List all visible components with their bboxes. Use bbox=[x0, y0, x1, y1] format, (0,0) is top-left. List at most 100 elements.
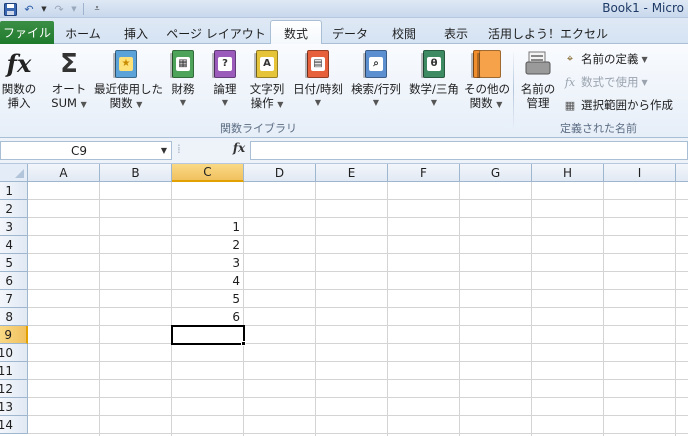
name-box[interactable]: C9 ▼ bbox=[0, 141, 172, 160]
redo-dropdown-icon[interactable]: ▼ bbox=[70, 1, 78, 17]
function-library-group-label: 関数ライブラリ bbox=[220, 122, 297, 135]
row-header-12[interactable]: 12 bbox=[0, 380, 28, 398]
tab-insert[interactable]: 挿入 bbox=[113, 22, 159, 44]
autosum-button[interactable]: Σ オート SUM ▼ bbox=[50, 48, 88, 112]
row-header-1[interactable]: 1 bbox=[0, 182, 28, 200]
chevron-down-icon: ▼ bbox=[80, 100, 87, 109]
tab-view[interactable]: 表示 bbox=[432, 22, 480, 44]
row-header-4[interactable]: 4 bbox=[0, 236, 28, 254]
fx-small-icon: fx bbox=[564, 75, 576, 89]
fill-handle[interactable] bbox=[241, 341, 246, 346]
cell-c8[interactable]: 6 bbox=[172, 308, 244, 326]
chevron-down-icon: ▼ bbox=[372, 98, 380, 107]
formula-bar-splitter-icon[interactable]: ⁞ bbox=[177, 142, 191, 158]
row-header-6[interactable]: 6 bbox=[0, 272, 28, 290]
save-icon[interactable] bbox=[2, 1, 18, 17]
row-header-13[interactable]: 13 bbox=[0, 398, 28, 416]
row-header-2[interactable]: 2 bbox=[0, 200, 28, 218]
cell-c7[interactable]: 5 bbox=[172, 290, 244, 308]
more-functions-label-1: その他の bbox=[464, 82, 510, 96]
cell-c3[interactable]: 1 bbox=[172, 218, 244, 236]
cell-c5[interactable]: 3 bbox=[172, 254, 244, 272]
gridline bbox=[28, 433, 688, 434]
tab-formulas[interactable]: 数式 bbox=[270, 20, 322, 45]
gridline bbox=[28, 271, 688, 272]
recently-used-button[interactable]: ★ 最近使用した 関数 ▼ bbox=[94, 48, 163, 112]
redo-icon[interactable]: ↷ bbox=[51, 1, 67, 17]
autosum-sum-text: SUM bbox=[51, 96, 77, 110]
chevron-down-icon: ▼ bbox=[496, 100, 503, 109]
name-box-value: C9 bbox=[70, 143, 87, 158]
worksheet-grid[interactable]: A B C D E F G H I 1 2 3 4 5 6 7 8 9 10 1… bbox=[0, 164, 688, 436]
row-header-3[interactable]: 3 bbox=[0, 218, 28, 236]
recent-label-2: 関数 ▼ bbox=[94, 96, 158, 112]
undo-dropdown-icon[interactable]: ▼ bbox=[40, 1, 48, 17]
more-functions-button[interactable]: その他の 関数 ▼ bbox=[464, 48, 510, 112]
column-header-d[interactable]: D bbox=[244, 164, 316, 182]
column-header-j[interactable] bbox=[676, 164, 688, 182]
magnifier-book-icon: ⌕ bbox=[361, 48, 391, 80]
row-header-10[interactable]: 10 bbox=[0, 344, 28, 362]
undo-icon[interactable]: ↶ bbox=[21, 1, 37, 17]
date-time-button[interactable]: ▤ 日付/時刻 ▼ bbox=[290, 48, 346, 110]
tab-review[interactable]: 校閲 bbox=[380, 22, 428, 44]
select-all-button[interactable] bbox=[0, 164, 28, 182]
star-book-icon: ★ bbox=[111, 48, 141, 80]
tab-excel-tips[interactable]: 活用しよう！エクセル bbox=[488, 22, 608, 44]
row-header-9[interactable]: 9 bbox=[0, 326, 28, 344]
chevron-down-icon: ▼ bbox=[277, 100, 284, 109]
insert-function-button[interactable]: fx 関数の 挿入 bbox=[0, 48, 38, 110]
formula-bar: C9 ▼ ⁞ fx bbox=[0, 138, 688, 164]
math-trig-button[interactable]: θ 数学/三角 ▼ bbox=[406, 48, 462, 110]
autosum-label-2: SUM ▼ bbox=[50, 96, 88, 112]
gridline bbox=[28, 325, 688, 326]
formula-input[interactable] bbox=[250, 141, 688, 160]
column-header-c[interactable]: C bbox=[172, 164, 244, 182]
more-functions-text: 関数 bbox=[469, 96, 493, 110]
use-in-formula-button[interactable]: fx 数式で使用 ▼ bbox=[562, 74, 648, 90]
active-cell-c9[interactable] bbox=[171, 325, 245, 345]
logical-button[interactable]: ? 論理 ▼ bbox=[208, 48, 242, 110]
tab-data[interactable]: データ bbox=[326, 22, 374, 44]
financial-button[interactable]: ▦ 財務 ▼ bbox=[166, 48, 200, 110]
row-header-8[interactable]: 8 bbox=[0, 308, 28, 326]
gridline bbox=[28, 253, 688, 254]
cell-c4[interactable]: 2 bbox=[172, 236, 244, 254]
calendar-book-icon: ▤ bbox=[303, 48, 333, 80]
chevron-down-icon[interactable]: ▼ bbox=[157, 146, 171, 155]
column-header-i[interactable]: I bbox=[604, 164, 676, 182]
gridline bbox=[28, 343, 688, 344]
chevron-down-icon: ▼ bbox=[179, 98, 187, 107]
text-button[interactable]: A 文字列 操作 ▼ bbox=[246, 48, 288, 112]
insert-function-fx-button[interactable]: fx bbox=[230, 141, 248, 159]
name-manager-button[interactable]: 名前の 管理 bbox=[518, 48, 558, 110]
chevron-down-icon: ▼ bbox=[136, 100, 143, 109]
text-book-icon: A bbox=[252, 48, 282, 80]
create-from-selection-button[interactable]: ▦ 選択範囲から作成 bbox=[562, 97, 673, 113]
gridline bbox=[28, 217, 688, 218]
defined-names-group-label: 定義された名前 bbox=[560, 122, 637, 135]
column-header-b[interactable]: B bbox=[100, 164, 172, 182]
row-header-5[interactable]: 5 bbox=[0, 254, 28, 272]
customize-qat-icon[interactable]: ⩡ bbox=[89, 1, 105, 17]
tab-file[interactable]: ファイル bbox=[0, 21, 54, 44]
lookup-reference-button[interactable]: ⌕ 検索/行列 ▼ bbox=[348, 48, 404, 110]
name-manager-icon bbox=[523, 48, 553, 80]
row-header-11[interactable]: 11 bbox=[0, 362, 28, 380]
qat-separator bbox=[83, 3, 84, 15]
column-header-e[interactable]: E bbox=[316, 164, 388, 182]
define-name-button[interactable]: ⌖ 名前の定義 ▼ bbox=[562, 51, 648, 67]
row-header-14[interactable]: 14 bbox=[0, 416, 28, 434]
column-header-h[interactable]: H bbox=[532, 164, 604, 182]
define-name-icon: ⌖ bbox=[566, 52, 574, 65]
cell-c6[interactable]: 4 bbox=[172, 272, 244, 290]
gridline bbox=[28, 235, 688, 236]
gridline bbox=[28, 307, 688, 308]
column-header-g[interactable]: G bbox=[460, 164, 532, 182]
tab-page-layout[interactable]: ページ レイアウト bbox=[164, 22, 268, 44]
gridline bbox=[28, 397, 688, 398]
column-header-a[interactable]: A bbox=[28, 164, 100, 182]
column-header-f[interactable]: F bbox=[388, 164, 460, 182]
tab-home[interactable]: ホーム bbox=[58, 22, 108, 44]
row-header-7[interactable]: 7 bbox=[0, 290, 28, 308]
